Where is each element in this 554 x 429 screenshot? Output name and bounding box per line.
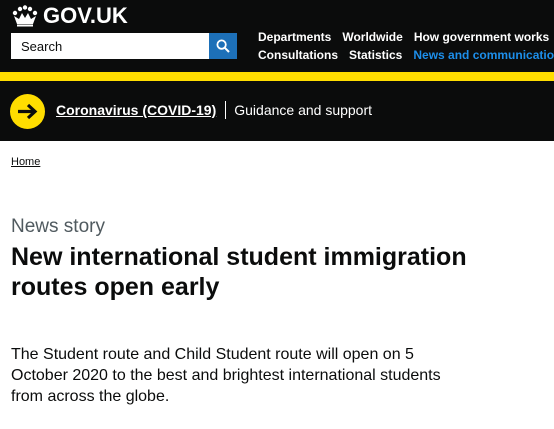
divider xyxy=(225,101,227,119)
article-caption: News story xyxy=(11,216,105,237)
nav-statistics[interactable]: Statistics xyxy=(349,47,402,65)
article-lead: The Student route and Child Student rout… xyxy=(11,346,441,405)
nav-consultations[interactable]: Consultations xyxy=(258,47,338,65)
search-input[interactable] xyxy=(11,33,209,59)
nav-how-government-works[interactable]: How government works xyxy=(414,29,549,47)
nav-worldwide[interactable]: Worldwide xyxy=(342,29,402,47)
arrow-right-circle-icon xyxy=(10,94,45,129)
breadcrumb-home[interactable]: Home xyxy=(11,156,40,168)
page-title: New international student immigration ro… xyxy=(11,243,467,301)
nav-row-1: Departments Worldwide How government wor… xyxy=(258,29,554,47)
nav-departments[interactable]: Departments xyxy=(258,29,331,47)
covid-guidance-text: Guidance and support xyxy=(234,102,373,118)
search-icon xyxy=(216,39,230,53)
covid-banner-text: Coronavirus (COVID-19) Guidance and supp… xyxy=(56,101,372,119)
covid-banner: Coronavirus (COVID-19) Guidance and supp… xyxy=(0,81,554,141)
search-button[interactable] xyxy=(209,33,237,59)
crown-icon xyxy=(12,5,38,27)
nav-row-2: Consultations Statistics News and commun… xyxy=(258,47,554,65)
covid-link[interactable]: Coronavirus (COVID-19) xyxy=(56,102,216,118)
search-form xyxy=(11,33,237,59)
main-navigation: Departments Worldwide How government wor… xyxy=(258,29,554,65)
nav-news-and-communications[interactable]: News and communications xyxy=(413,47,554,65)
site-header: GOV.UK Departments Worldwide How governm… xyxy=(0,0,554,72)
logo-text: GOV.UK xyxy=(43,3,128,28)
header-accent-bar xyxy=(0,72,554,81)
govuk-logo[interactable]: GOV.UK xyxy=(11,4,128,28)
